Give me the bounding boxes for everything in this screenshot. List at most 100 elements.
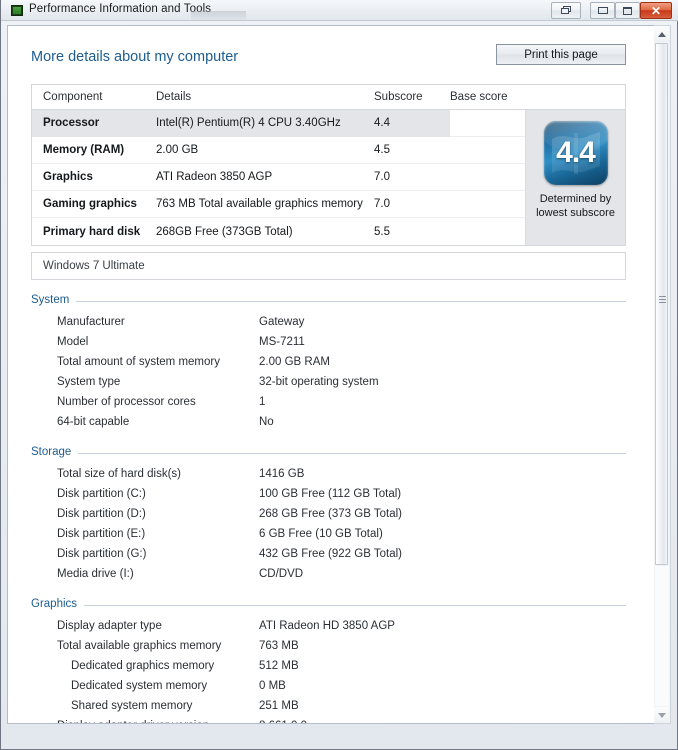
- row-subscore: 7.0: [374, 198, 390, 210]
- detail-row: Total amount of system memory 2.00 GB RA…: [31, 352, 626, 372]
- detail-label: 64-bit capable: [57, 416, 130, 428]
- detail-row: Dedicated system memory 0 MB: [31, 676, 626, 696]
- detail-row: Disk partition (C:) 100 GB Free (112 GB …: [31, 484, 626, 504]
- row-component: Gaming graphics: [43, 198, 137, 210]
- row-component: Processor: [32, 109, 156, 137]
- detail-label: Disk partition (E:): [57, 528, 146, 540]
- detail-label: Manufacturer: [57, 316, 125, 328]
- maximize-button[interactable]: [615, 2, 640, 19]
- scroll-thumb[interactable]: [655, 43, 668, 565]
- detail-value: 763 MB: [259, 640, 299, 652]
- detail-label: Number of processor cores: [57, 396, 196, 408]
- page-title: More details about my computer: [31, 49, 239, 65]
- section-divider: [84, 604, 626, 606]
- detail-row: Total available graphics memory 763 MB: [31, 636, 626, 656]
- maximize-icon: [616, 3, 639, 18]
- os-edition-strip: Windows 7 Ultimate: [31, 252, 626, 280]
- performance-information-window: Performance Information and Tools ✕ More…: [0, 0, 678, 750]
- section-header: Graphics: [31, 598, 626, 610]
- section-storage: Storage Total size of hard disk(s) 1416 …: [31, 446, 626, 584]
- detail-row: Shared system memory 251 MB: [31, 696, 626, 716]
- section-header: Storage: [31, 446, 626, 458]
- detail-value: 8.661.0.0: [259, 720, 307, 723]
- detail-row: Number of processor cores 1: [31, 392, 626, 412]
- row-details: ATI Radeon 3850 AGP: [156, 171, 273, 183]
- detail-value: Gateway: [259, 316, 305, 328]
- detail-value: 0 MB: [259, 680, 286, 692]
- section-rows: Manufacturer Gateway Model MS-7211 Total…: [31, 312, 626, 432]
- detail-value: CD/DVD: [259, 568, 304, 580]
- detail-value: 432 GB Free (922 GB Total): [259, 548, 402, 560]
- row-component: Primary hard disk: [43, 225, 141, 238]
- detail-label: Media drive (I:): [57, 568, 134, 580]
- close-button[interactable]: ✕: [640, 2, 672, 19]
- row-details: 763 MB Total available graphics memory: [156, 198, 363, 210]
- title-bar-artifact: [191, 11, 246, 20]
- restore-down-button[interactable]: [551, 2, 581, 19]
- detail-value: 251 MB: [259, 700, 299, 712]
- detail-row: Dedicated graphics memory 512 MB: [31, 656, 626, 676]
- row-details: Intel(R) Pentium(R) 4 CPU 3.40GHz: [156, 109, 374, 137]
- title-bar: Performance Information and Tools ✕: [1, 0, 678, 21]
- row-subscore: 5.5: [374, 225, 390, 238]
- detail-label: Disk partition (G:): [57, 548, 147, 560]
- detail-label: Dedicated system memory: [71, 680, 208, 692]
- base-score-badge: 4.4: [543, 121, 608, 185]
- base-score-caption: Determined by lowest subscore: [536, 193, 615, 219]
- row-component: Memory (RAM): [43, 144, 125, 156]
- scroll-down-icon: [657, 712, 666, 718]
- detail-row: Disk partition (D:) 268 GB Free (373 GB …: [31, 504, 626, 524]
- scroll-up-button[interactable]: [654, 26, 669, 42]
- detail-value: 2.00 GB RAM: [259, 356, 330, 368]
- detail-value: 100 GB Free (112 GB Total): [259, 488, 402, 500]
- minimize-button[interactable]: [590, 2, 615, 19]
- detail-label: Shared system memory: [71, 700, 193, 712]
- detail-label: Disk partition (D:): [57, 508, 146, 520]
- scroll-thumb-grip: [659, 296, 666, 303]
- detail-value: ATI Radeon HD 3850 AGP: [259, 620, 395, 632]
- detail-row: Disk partition (E:) 6 GB Free (10 GB Tot…: [31, 524, 626, 544]
- detail-row: Disk partition (G:) 432 GB Free (922 GB …: [31, 544, 626, 564]
- row-details: 2.00 GB: [156, 144, 199, 156]
- print-this-page-button[interactable]: Print this page: [496, 44, 626, 65]
- column-header-subscore: Subscore: [374, 91, 423, 103]
- detail-label: System type: [57, 376, 121, 388]
- section-title: Storage: [31, 446, 72, 458]
- detail-value: No: [259, 416, 274, 428]
- scroll-down-button[interactable]: [654, 707, 669, 723]
- section-header: System: [31, 294, 626, 306]
- detail-label: Total size of hard disk(s): [57, 468, 181, 480]
- detail-label: Dedicated graphics memory: [71, 660, 215, 672]
- section-title: Graphics: [31, 598, 78, 610]
- row-component: Graphics: [43, 171, 93, 183]
- table-header-row: Component Details Subscore Base score: [32, 85, 625, 110]
- row-subscore: 4.5: [374, 144, 390, 156]
- detail-value: 1: [259, 396, 266, 408]
- vertical-scrollbar[interactable]: [654, 25, 671, 724]
- header-row: More details about my computer Print thi…: [31, 44, 626, 78]
- close-icon: ✕: [650, 3, 662, 18]
- detail-value: 32-bit operating system: [259, 376, 379, 388]
- scroll-track[interactable]: [655, 566, 669, 706]
- detail-value: 268 GB Free (373 GB Total): [259, 508, 402, 520]
- detail-value: 6 GB Free (10 GB Total): [259, 528, 383, 540]
- detail-row: Model MS-7211: [31, 332, 626, 352]
- detail-label: Display adapter driver version: [31, 720, 259, 723]
- base-score-value: 4.4: [556, 136, 596, 169]
- detail-row: Manufacturer Gateway: [31, 312, 626, 332]
- detail-label: Model: [57, 336, 89, 348]
- content-pane: More details about my computer Print thi…: [7, 25, 660, 724]
- detail-value: MS-7211: [259, 336, 305, 348]
- scroll-up-icon: [657, 31, 666, 37]
- detail-row: System type 32-bit operating system: [31, 372, 626, 392]
- section-system: System Manufacturer Gateway Model MS-721…: [31, 294, 626, 432]
- detail-value: 512 MB: [259, 660, 299, 672]
- row-subscore: 4.4: [374, 109, 450, 137]
- section-divider: [78, 452, 626, 454]
- detail-label: Total available graphics memory: [57, 640, 222, 652]
- restore-down-icon: [552, 3, 580, 18]
- section-divider: [76, 300, 626, 302]
- section-rows: Display adapter type ATI Radeon HD 3850 …: [31, 616, 626, 723]
- scroll-content: More details about my computer Print thi…: [8, 26, 648, 723]
- base-score-panel: 4.4 Determined by lowest subscore: [525, 110, 625, 245]
